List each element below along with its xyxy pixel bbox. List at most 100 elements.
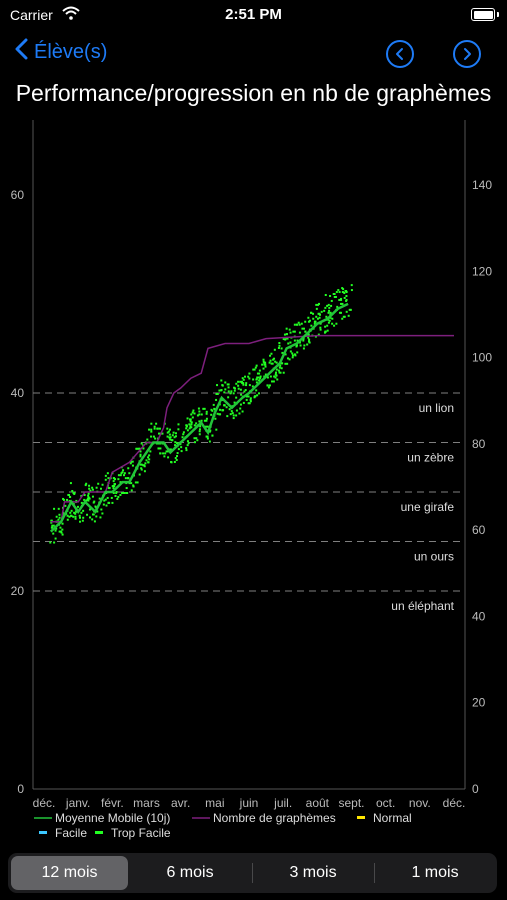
trop-facile-point bbox=[120, 472, 123, 475]
trop-facile-point bbox=[131, 460, 134, 463]
trop-facile-point bbox=[147, 456, 150, 459]
x-tick-label: sept. bbox=[338, 796, 364, 810]
trop-facile-point bbox=[131, 464, 134, 467]
trop-facile-point bbox=[78, 514, 81, 517]
trop-facile-point bbox=[328, 319, 331, 322]
trop-facile-point bbox=[296, 323, 299, 326]
back-button[interactable]: Élève(s) bbox=[14, 38, 107, 66]
left-tick-label: 40 bbox=[11, 386, 25, 400]
trop-facile-point bbox=[327, 311, 330, 314]
trop-facile-point bbox=[303, 344, 306, 347]
trop-facile-point bbox=[93, 520, 96, 523]
trop-facile-point bbox=[66, 498, 69, 501]
trop-facile-point bbox=[159, 452, 162, 455]
trop-facile-point bbox=[342, 315, 345, 318]
trop-facile-point bbox=[113, 485, 116, 488]
trop-facile-point bbox=[276, 378, 279, 381]
period-1-month[interactable]: 1 mois bbox=[376, 856, 494, 890]
trop-facile-point bbox=[150, 422, 153, 425]
trop-facile-point bbox=[80, 511, 83, 514]
trop-facile-point bbox=[128, 472, 131, 475]
trop-facile-point bbox=[341, 291, 344, 294]
x-tick-label: juin bbox=[239, 796, 259, 810]
trop-facile-point bbox=[341, 287, 344, 290]
trop-facile-point bbox=[124, 477, 127, 480]
trop-facile-point bbox=[304, 320, 307, 323]
left-tick-label: 20 bbox=[11, 584, 25, 598]
trop-facile-point bbox=[222, 409, 225, 412]
trop-facile-point bbox=[78, 516, 81, 519]
trop-facile-point bbox=[210, 408, 213, 411]
trop-facile-point bbox=[333, 295, 336, 298]
trop-facile-point bbox=[287, 342, 290, 345]
trop-facile-point bbox=[185, 449, 188, 452]
trop-facile-point bbox=[248, 384, 251, 387]
period-6-months[interactable]: 6 mois bbox=[130, 856, 250, 890]
trop-facile-point bbox=[212, 403, 215, 406]
previous-button[interactable] bbox=[386, 40, 414, 68]
trop-facile-point bbox=[93, 500, 96, 503]
right-tick-label: 40 bbox=[472, 609, 486, 623]
trop-facile-point bbox=[187, 442, 190, 445]
trop-facile-point bbox=[169, 428, 172, 431]
trop-facile-point bbox=[241, 410, 244, 413]
trop-facile-point bbox=[153, 427, 156, 430]
trop-facile-point bbox=[107, 487, 110, 490]
trop-facile-point bbox=[273, 348, 276, 351]
trop-facile-point bbox=[165, 450, 168, 453]
trop-facile-point bbox=[173, 460, 176, 463]
trop-facile-point bbox=[331, 322, 334, 325]
trop-facile-point bbox=[190, 413, 193, 416]
trop-facile-point bbox=[227, 386, 230, 389]
trop-facile-point bbox=[88, 516, 91, 519]
trop-facile-point bbox=[105, 504, 108, 507]
status-bar: Carrier 2:51 PM bbox=[0, 0, 507, 30]
trop-facile-point bbox=[337, 289, 340, 292]
trop-facile-point bbox=[247, 375, 250, 378]
trop-facile-point bbox=[82, 516, 85, 519]
trop-facile-point bbox=[168, 433, 171, 436]
status-time: 2:51 PM bbox=[225, 6, 282, 23]
trop-facile-point bbox=[148, 454, 151, 457]
trop-facile-point bbox=[176, 452, 179, 455]
trop-facile-point bbox=[198, 433, 201, 436]
trop-facile-point bbox=[297, 321, 300, 324]
trop-facile-point bbox=[181, 436, 184, 439]
period-3-months[interactable]: 3 mois bbox=[254, 856, 372, 890]
trop-facile-point bbox=[235, 396, 238, 399]
reference-label: un éléphant bbox=[391, 599, 454, 613]
trop-facile-point bbox=[92, 513, 95, 516]
trop-facile-point bbox=[263, 361, 266, 364]
trop-facile-point bbox=[282, 371, 285, 374]
trop-facile-point bbox=[164, 452, 167, 455]
next-button[interactable] bbox=[453, 40, 481, 68]
trop-facile-point bbox=[325, 315, 328, 318]
trop-facile-point bbox=[298, 331, 301, 334]
trop-facile-point bbox=[242, 401, 245, 404]
trop-facile-point bbox=[347, 314, 350, 317]
trop-facile-point bbox=[180, 450, 183, 453]
trop-facile-point bbox=[232, 414, 235, 417]
legend-swatch bbox=[357, 816, 365, 819]
trop-facile-point bbox=[318, 316, 321, 319]
trop-facile-point bbox=[289, 350, 292, 353]
trop-facile-point bbox=[274, 376, 277, 379]
trop-facile-point bbox=[291, 356, 294, 359]
x-tick-label: nov. bbox=[409, 796, 431, 810]
trop-facile-point bbox=[103, 499, 106, 502]
trop-facile-point bbox=[188, 423, 191, 426]
trop-facile-point bbox=[71, 490, 74, 493]
trop-facile-point bbox=[223, 391, 226, 394]
trop-facile-point bbox=[58, 530, 61, 533]
trop-facile-point bbox=[206, 435, 209, 438]
trop-facile-point bbox=[76, 505, 79, 508]
period-12-months[interactable]: 12 mois bbox=[11, 856, 128, 890]
trop-facile-point bbox=[331, 317, 334, 320]
trop-facile-point bbox=[312, 312, 315, 315]
trop-facile-point bbox=[85, 482, 88, 485]
trop-facile-point bbox=[67, 493, 70, 496]
trop-facile-point bbox=[253, 368, 256, 371]
trop-facile-point bbox=[253, 396, 256, 399]
trop-facile-point bbox=[269, 359, 272, 362]
trop-facile-point bbox=[182, 433, 185, 436]
